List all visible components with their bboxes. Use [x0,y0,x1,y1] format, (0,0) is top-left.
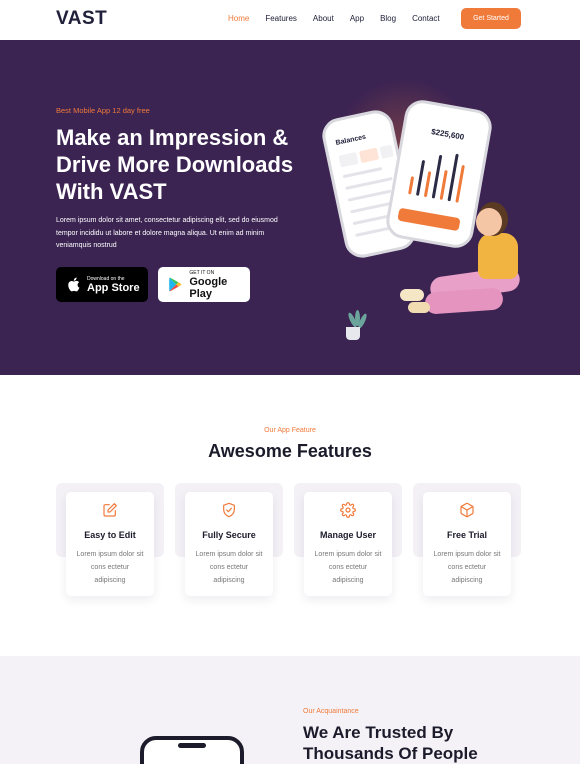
feature-card-easy-to-edit: Easy to Edit Lorem ipsum dolor sit cons … [66,492,154,596]
trusted-title: We Are Trusted By Thousands Of People [303,723,478,763]
feature-card-desc: Lorem ipsum dolor sit cons ectetur adipi… [195,551,263,584]
shield-icon [223,502,235,518]
phone-mockup [140,736,244,764]
phone-heading: Balances [335,133,367,147]
edit-icon [103,503,117,517]
nav-link-about[interactable]: About [313,14,334,24]
feature-card-fully-secure: Fully Secure Lorem ipsum dolor sit cons … [185,492,273,596]
nav-link-blog[interactable]: Blog [380,14,396,24]
feature-card-free-trial: Free Trial Lorem ipsum dolor sit cons ec… [423,492,511,596]
app-store-button[interactable]: Download on the App Store [56,267,148,302]
feature-card-title: Free Trial [446,530,488,540]
google-play-button[interactable]: GET IT ON Google Play [158,267,250,302]
google-play-icon [169,277,182,292]
nav-link-app[interactable]: App [350,14,364,24]
logo[interactable]: VAST [56,8,107,30]
feature-card-manage-user: Manage User Lorem ipsum dolor sit cons e… [304,492,392,596]
feature-card-desc: Lorem ipsum dolor sit cons ectetur adipi… [314,551,382,584]
feature-card-title: Manage User [319,530,377,540]
feature-card-title: Easy to Edit [84,530,136,540]
nav-link-home[interactable]: Home [228,14,249,24]
nav-links: Home Features About App Blog Contact [228,14,456,24]
feature-card-desc: Lorem ipsum dolor sit cons ectetur adipi… [433,551,501,584]
feature-card-title: Fully Secure [202,530,256,540]
google-play-label: Google Play [189,275,228,300]
phone-amount: $225,600 [430,127,465,142]
top-navbar: VAST Home Features About App Blog Contac… [0,0,580,40]
app-store-label: App Store [87,281,140,294]
get-started-button[interactable]: Get Started [461,8,521,29]
nav-link-contact[interactable]: Contact [412,14,440,24]
box-icon [460,502,474,518]
trusted-section: Our Acquaintance We Are Trusted By Thous… [0,656,580,764]
features-title: Awesome Features [208,441,372,461]
apple-icon [68,277,80,292]
hero-title: Make an Impression & Drive More Download… [56,125,294,204]
gear-icon [340,502,356,518]
feature-card-desc: Lorem ipsum dolor sit cons ectetur adipi… [76,551,144,584]
hero-eyebrow: Best Mobile App 12 day free [56,106,150,115]
features-eyebrow: Our App Feature [264,427,316,434]
hero-section: Best Mobile App 12 day free Make an Impr… [0,40,580,375]
trusted-eyebrow: Our Acquaintance [303,708,359,715]
hero-description: Lorem ipsum dolor sit amet, consectetur … [56,217,278,249]
nav-link-features[interactable]: Features [265,14,297,24]
